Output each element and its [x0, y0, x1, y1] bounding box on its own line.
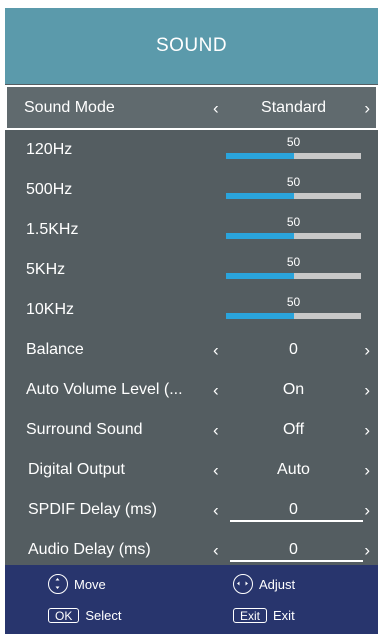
hint-move: Move	[48, 574, 106, 594]
hint-select: OK Select	[48, 608, 121, 623]
eq-value: 50	[286, 255, 301, 269]
menu-item-spdif-delay[interactable]: SPDIF Delay (ms) ‹ 0 ›	[5, 490, 378, 530]
chevron-right-icon[interactable]: ›	[364, 99, 370, 116]
audio-delay-input[interactable]: 0	[230, 541, 363, 562]
eq-label: 5KHz	[26, 261, 66, 278]
digital-output-value: Auto	[277, 461, 310, 478]
hint-exit-label: Exit	[273, 608, 295, 623]
audio-delay-label: Audio Delay (ms)	[28, 541, 151, 558]
hint-adjust-label: Adjust	[259, 576, 296, 592]
menu-item-surround[interactable]: Surround Sound ‹ Off ›	[5, 410, 378, 450]
menu-list: Sound Mode ‹ Standard › 120Hz 50 500Hz 5…	[5, 85, 378, 570]
menu-item-eq-5khz[interactable]: 5KHz 50	[5, 250, 378, 290]
eq-slider-fill	[226, 153, 294, 159]
chevron-right-icon[interactable]: ›	[364, 502, 370, 519]
eq-slider[interactable]	[226, 193, 361, 199]
chevron-left-icon[interactable]: ‹	[213, 462, 219, 479]
eq-slider[interactable]	[226, 233, 361, 239]
chevron-left-icon[interactable]: ‹	[213, 382, 219, 399]
eq-label: 1.5KHz	[26, 221, 79, 238]
menu-item-eq-1-5khz[interactable]: 1.5KHz 50	[5, 210, 378, 250]
sound-menu: SOUND Sound Mode ‹ Standard › 120Hz 50 5…	[5, 8, 378, 634]
chevron-right-icon[interactable]: ›	[364, 382, 370, 399]
hint-move-label: Move	[74, 576, 106, 592]
balance-label: Balance	[26, 341, 84, 358]
eq-value: 50	[286, 295, 301, 309]
sound-mode-value: Standard	[261, 98, 326, 116]
left-right-navigation-icon	[233, 574, 253, 594]
eq-label: 500Hz	[26, 181, 73, 198]
eq-slider[interactable]	[226, 273, 361, 279]
chevron-left-icon[interactable]: ‹	[213, 99, 219, 116]
chevron-right-icon[interactable]: ›	[364, 422, 370, 439]
hint-adjust: Adjust	[233, 574, 295, 594]
chevron-right-icon[interactable]: ›	[364, 462, 370, 479]
chevron-left-icon[interactable]: ‹	[213, 422, 219, 439]
menu-item-eq-120hz[interactable]: 120Hz 50	[5, 130, 378, 170]
surround-value: Off	[282, 421, 305, 438]
eq-slider-fill	[226, 313, 294, 319]
spdif-delay-label: SPDIF Delay (ms)	[28, 501, 157, 518]
eq-slider-fill	[226, 273, 294, 279]
eq-value: 50	[286, 215, 301, 229]
menu-item-sound-mode[interactable]: Sound Mode ‹ Standard ›	[5, 85, 378, 130]
digital-output-label: Digital Output	[28, 461, 125, 478]
chevron-left-icon[interactable]: ‹	[213, 342, 219, 359]
balance-value: 0	[289, 341, 298, 358]
eq-value: 50	[286, 135, 301, 149]
hint-exit: Exit Exit	[233, 608, 295, 623]
key-hint-bar: Move Adjust OK Select Exit Exit	[5, 565, 378, 634]
sound-mode-label: Sound Mode	[24, 98, 115, 116]
eq-value: 50	[286, 175, 301, 189]
up-down-navigation-icon	[48, 574, 68, 594]
hint-select-label: Select	[85, 608, 122, 623]
menu-item-audio-delay[interactable]: Audio Delay (ms) ‹ 0 ›	[5, 530, 378, 570]
menu-item-eq-500hz[interactable]: 500Hz 50	[5, 170, 378, 210]
chevron-right-icon[interactable]: ›	[364, 542, 370, 559]
menu-item-digital-output[interactable]: Digital Output ‹ Auto ›	[5, 450, 378, 490]
ok-key-icon: OK	[48, 608, 80, 623]
eq-slider-fill	[226, 233, 294, 239]
chevron-left-icon[interactable]: ‹	[213, 502, 219, 519]
eq-label: 10KHz	[26, 301, 75, 318]
spdif-delay-input[interactable]: 0	[230, 501, 363, 522]
auto-volume-label: Auto Volume Level (...	[26, 381, 183, 398]
eq-slider[interactable]	[226, 313, 361, 319]
menu-item-auto-volume[interactable]: Auto Volume Level (... ‹ On ›	[5, 370, 378, 410]
menu-title: SOUND	[5, 8, 378, 84]
menu-item-balance[interactable]: Balance ‹ 0 ›	[5, 330, 378, 370]
eq-slider-fill	[226, 193, 294, 199]
auto-volume-value: On	[282, 381, 305, 398]
eq-label: 120Hz	[26, 141, 73, 158]
chevron-right-icon[interactable]: ›	[364, 342, 370, 359]
menu-item-eq-10khz[interactable]: 10KHz 50	[5, 290, 378, 330]
surround-label: Surround Sound	[26, 421, 143, 438]
chevron-left-icon[interactable]: ‹	[213, 542, 219, 559]
exit-key-icon: Exit	[233, 608, 268, 623]
eq-slider[interactable]	[226, 153, 361, 159]
